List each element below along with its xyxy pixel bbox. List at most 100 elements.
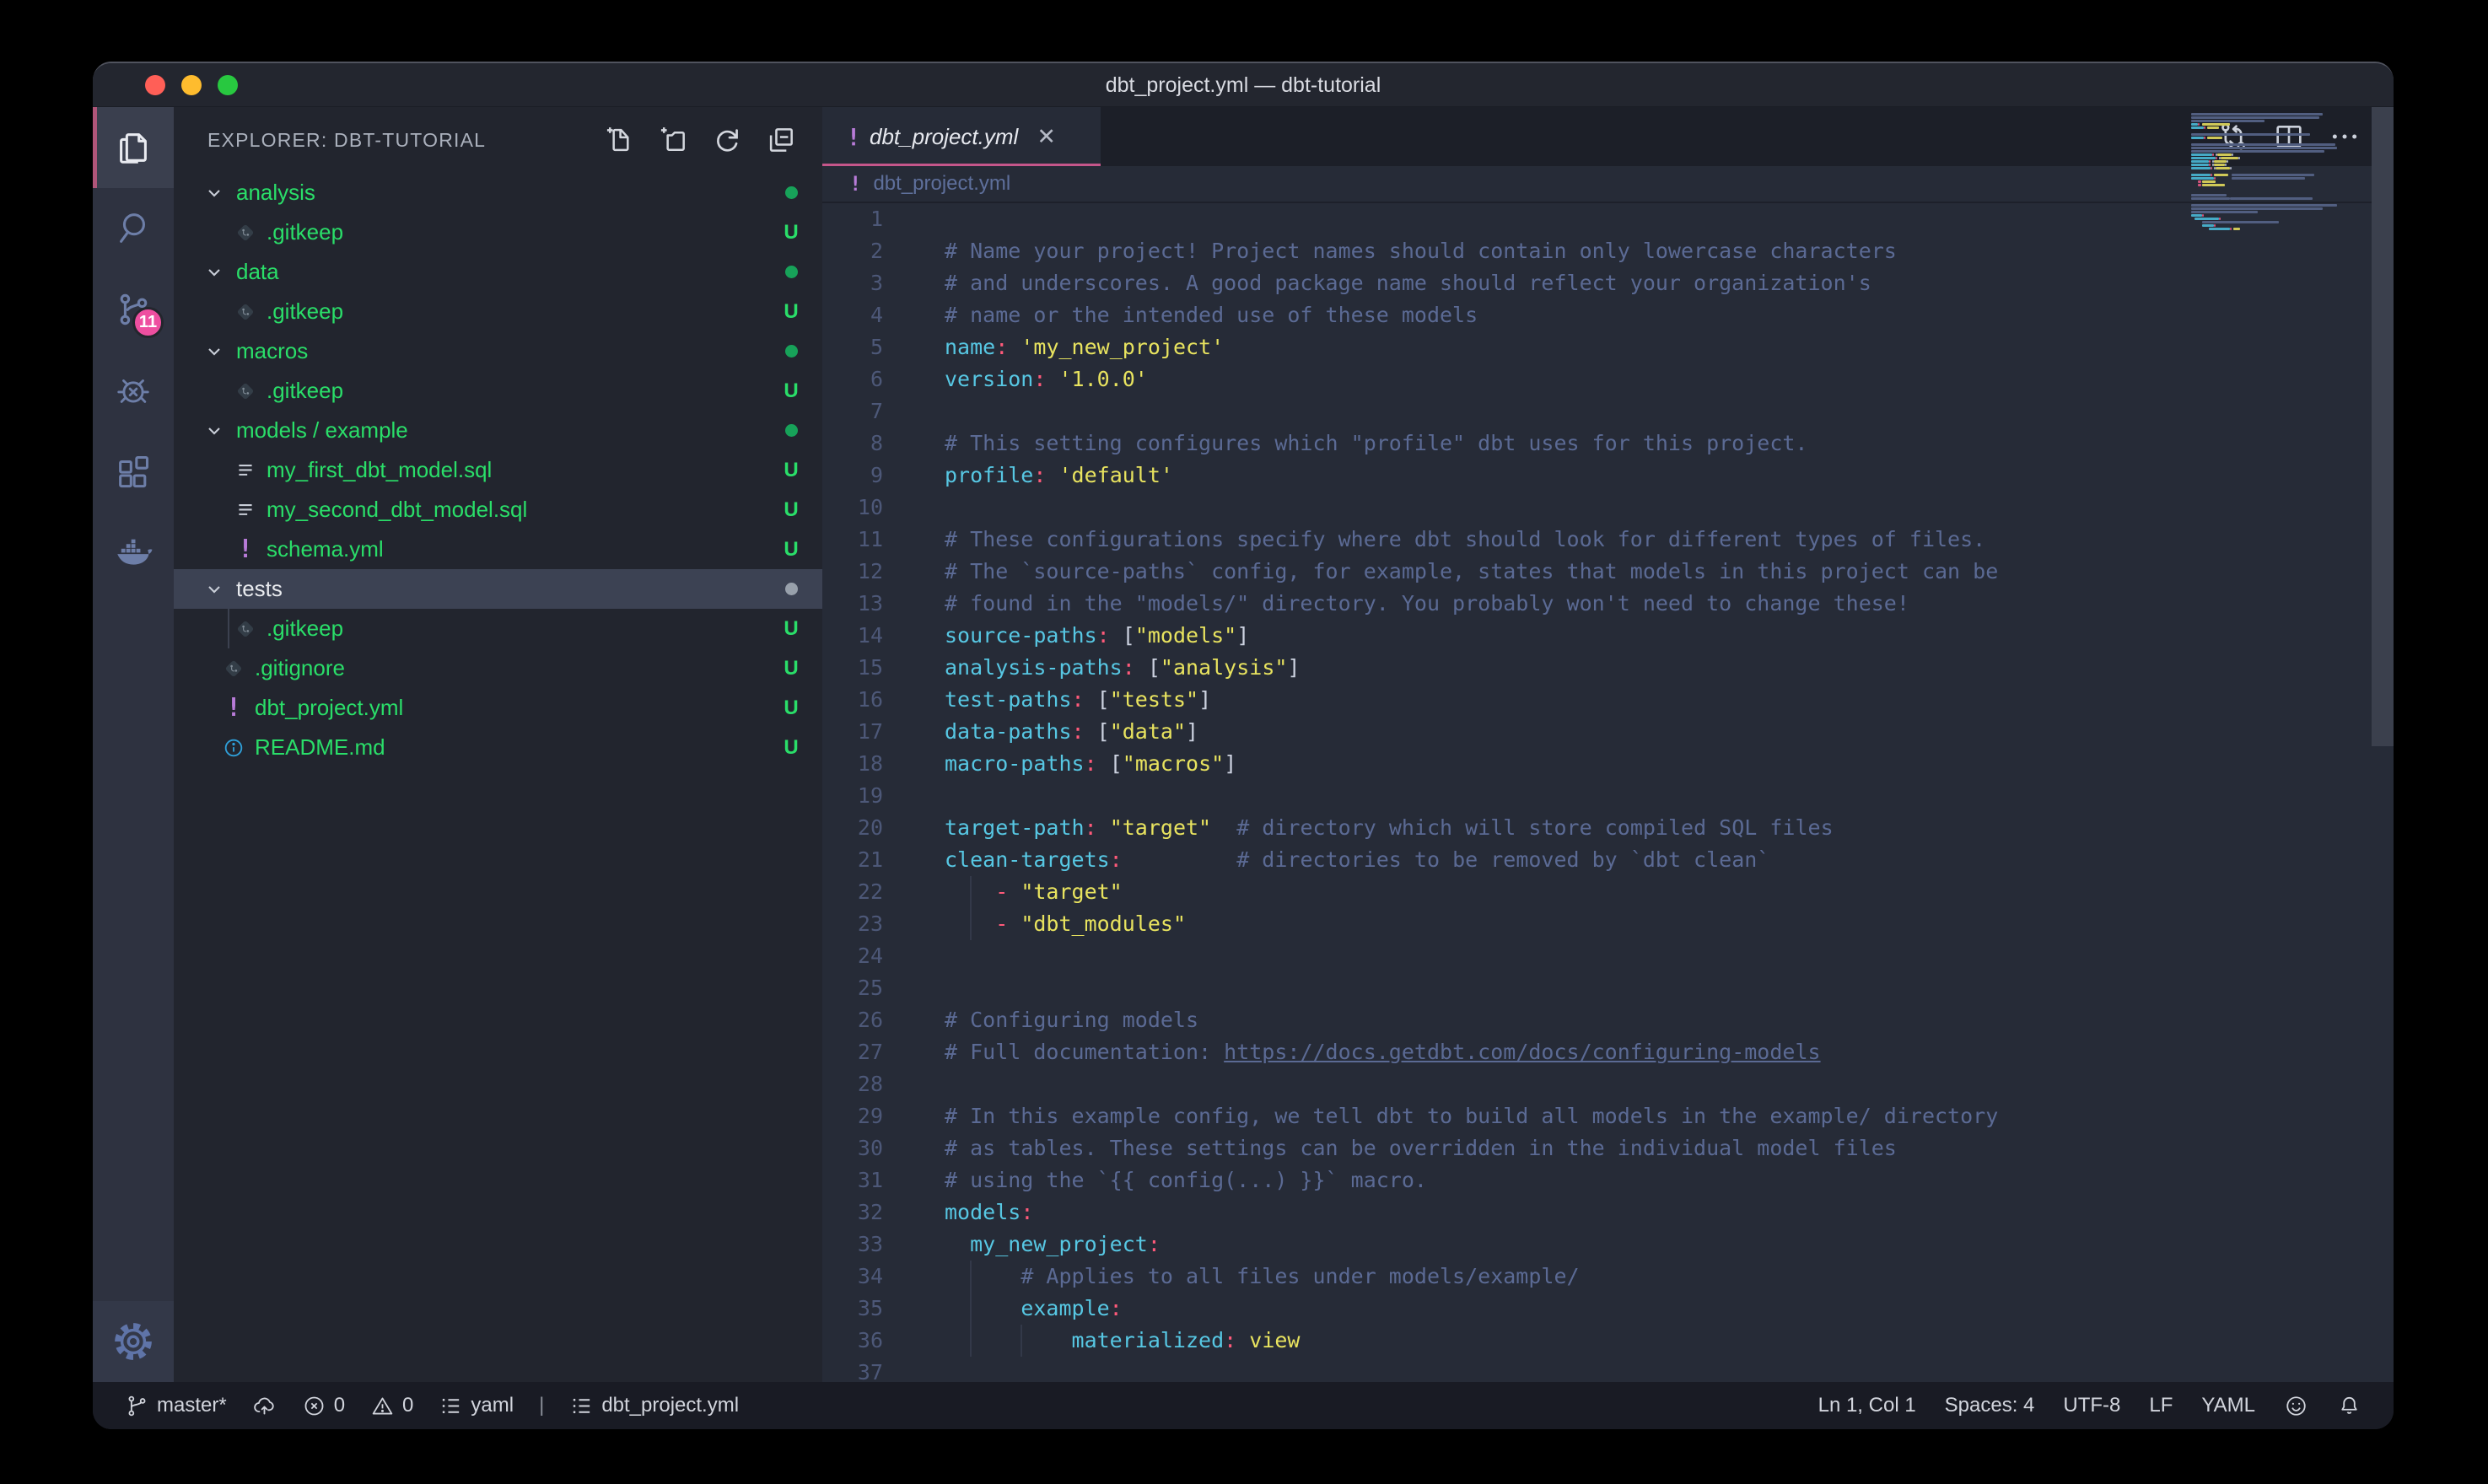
code-line-20[interactable]: 20target-path: "target" # directory whic… <box>822 812 2394 844</box>
line-content: # using the `{{ config(...) }}` macro. <box>945 1164 2394 1196</box>
code-area[interactable]: 12# Name your project! Project names sho… <box>822 203 2394 1382</box>
tree-item--gitignore[interactable]: .gitignoreU <box>174 648 822 688</box>
titlebar[interactable]: dbt_project.yml — dbt-tutorial <box>93 63 2394 107</box>
code-line-11[interactable]: 11# These configurations specify where d… <box>822 524 2394 556</box>
tree-item-tests[interactable]: tests <box>174 569 822 609</box>
code-line-6[interactable]: 6version: '1.0.0' <box>822 363 2394 395</box>
activity-source-control-button[interactable]: 11 <box>93 269 174 350</box>
code-line-30[interactable]: 30# as tables. These settings can be ove… <box>822 1132 2394 1164</box>
code-line-10[interactable]: 10 <box>822 492 2394 524</box>
code-line-35[interactable]: 35 example: <box>822 1293 2394 1325</box>
refresh-icon[interactable] <box>711 124 743 156</box>
code-line-17[interactable]: 17data-paths: ["data"] <box>822 716 2394 748</box>
new-folder-icon[interactable] <box>657 124 689 156</box>
status-feedback-smiley[interactable] <box>2284 1394 2308 1418</box>
line-content: target-path: "target" # directory which … <box>945 812 2394 844</box>
status-spaces-4[interactable]: Spaces: 4 <box>1945 1394 2035 1417</box>
code-line-14[interactable]: 14source-paths: ["models"] <box>822 620 2394 652</box>
activity-explorer-button[interactable] <box>93 107 174 188</box>
tab-close-icon[interactable]: ✕ <box>1037 124 1056 150</box>
tree-item--gitkeep[interactable]: .gitkeepU <box>174 371 822 411</box>
status-lf[interactable]: LF <box>2149 1394 2173 1417</box>
code-line-2[interactable]: 2# Name your project! Project names shou… <box>822 235 2394 267</box>
tree-item--gitkeep[interactable]: .gitkeepU <box>174 292 822 331</box>
code-line-16[interactable]: 16test-paths: ["tests"] <box>822 684 2394 716</box>
line-content: # This setting configures which "profile… <box>945 427 2394 460</box>
line-number: 12 <box>822 556 945 588</box>
status-yaml[interactable]: YAML <box>2201 1394 2255 1417</box>
code-line-9[interactable]: 9profile: 'default' <box>822 460 2394 492</box>
code-line-27[interactable]: 27# Full documentation: https://docs.get… <box>822 1036 2394 1068</box>
vscode-window: dbt_project.yml — dbt-tutorial <box>93 62 2394 1429</box>
status-master-[interactable]: master* <box>125 1394 227 1418</box>
tab-dbt-project-yml[interactable]: ! dbt_project.yml ✕ <box>822 107 1101 166</box>
tree-item--gitkeep[interactable]: .gitkeepU <box>174 609 822 648</box>
status-yaml[interactable]: yaml <box>439 1394 514 1418</box>
minimap[interactable] <box>2191 109 2370 1382</box>
code-line-21[interactable]: 21clean-targets: # directories to be rem… <box>822 844 2394 876</box>
code-line-36[interactable]: 36 materialized: view <box>822 1325 2394 1357</box>
tab-bar: ! dbt_project.yml ✕ <box>822 107 2394 166</box>
activity-search-button[interactable] <box>93 188 174 269</box>
tree-item-dbt-project-yml[interactable]: !dbt_project.ymlU <box>174 688 822 728</box>
tree-item-schema-yml[interactable]: !schema.ymlU <box>174 530 822 569</box>
code-line-34[interactable]: 34 # Applies to all files under models/e… <box>822 1261 2394 1293</box>
code-line-32[interactable]: 32models: <box>822 1196 2394 1229</box>
code-line-3[interactable]: 3# and underscores. A good package name … <box>822 267 2394 299</box>
file-label: .gitkeep <box>267 616 343 642</box>
code-line-13[interactable]: 13# found in the "models/" directory. Yo… <box>822 588 2394 620</box>
code-line-18[interactable]: 18macro-paths: ["macros"] <box>822 748 2394 780</box>
tree-item-models-example[interactable]: models / example <box>174 411 822 450</box>
new-file-icon[interactable] <box>603 124 635 156</box>
status-utf-8[interactable]: UTF-8 <box>2063 1394 2120 1417</box>
status-cloud-upload[interactable] <box>252 1394 277 1418</box>
code-line-24[interactable]: 24 <box>822 940 2394 972</box>
code-line-15[interactable]: 15analysis-paths: ["analysis"] <box>822 652 2394 684</box>
code-line-23[interactable]: 23 - "dbt_modules" <box>822 908 2394 940</box>
line-number: 10 <box>822 492 945 524</box>
tree-item-data[interactable]: data <box>174 252 822 292</box>
tree-item-my-first-dbt-model-sql[interactable]: my_first_dbt_model.sqlU <box>174 450 822 490</box>
status-0[interactable]: 0 <box>302 1394 345 1418</box>
scrollbar-thumb[interactable] <box>2372 107 2394 746</box>
tree-item-readme-md[interactable]: README.mdU <box>174 728 822 767</box>
line-content <box>945 395 2394 427</box>
code-line-22[interactable]: 22 - "target" <box>822 876 2394 908</box>
tree-item--gitkeep[interactable]: .gitkeepU <box>174 212 822 252</box>
code-line-26[interactable]: 26# Configuring models <box>822 1004 2394 1036</box>
code-line-29[interactable]: 29# In this example config, we tell dbt … <box>822 1100 2394 1132</box>
code-line-5[interactable]: 5name: 'my_new_project' <box>822 331 2394 363</box>
code-line-1[interactable]: 1 <box>822 203 2394 235</box>
code-line-7[interactable]: 7 <box>822 395 2394 427</box>
line-content <box>945 1357 2394 1382</box>
status-dbt-project-yml[interactable]: dbt_project.yml <box>569 1394 739 1418</box>
breadcrumb[interactable]: ! dbt_project.yml <box>822 166 2394 203</box>
chevron-down-icon <box>204 421 224 441</box>
code-line-19[interactable]: 19 <box>822 780 2394 812</box>
tree-item-analysis[interactable]: analysis <box>174 173 822 212</box>
code-line-12[interactable]: 12# The `source-paths` config, for examp… <box>822 556 2394 588</box>
activity-docker-button[interactable] <box>93 512 174 593</box>
code-line-33[interactable]: 33 my_new_project: <box>822 1229 2394 1261</box>
collapse-folders-icon[interactable] <box>765 124 797 156</box>
breadcrumb-file[interactable]: dbt_project.yml <box>873 172 1010 196</box>
line-content <box>945 972 2394 1004</box>
code-line-8[interactable]: 8# This setting configures which "profil… <box>822 427 2394 460</box>
line-number: 31 <box>822 1164 945 1196</box>
code-line-28[interactable]: 28 <box>822 1068 2394 1100</box>
tree-item-my-second-dbt-model-sql[interactable]: my_second_dbt_model.sqlU <box>174 490 822 530</box>
status-0[interactable]: 0 <box>370 1394 413 1418</box>
status-bell[interactable] <box>2337 1394 2361 1418</box>
activity-settings-button[interactable] <box>93 1301 174 1382</box>
extensions-icon <box>114 452 153 491</box>
activity-debug-button[interactable] <box>93 350 174 431</box>
line-content: - "target" <box>945 876 2394 908</box>
activity-extensions-button[interactable] <box>93 431 174 512</box>
tree-item-macros[interactable]: macros <box>174 331 822 371</box>
explorer-header: EXPLORER: DBT-TUTORIAL <box>174 107 822 173</box>
status-ln-1-col-1[interactable]: Ln 1, Col 1 <box>1818 1394 1916 1417</box>
code-line-4[interactable]: 4# name or the intended use of these mod… <box>822 299 2394 331</box>
code-line-31[interactable]: 31# using the `{{ config(...) }}` macro. <box>822 1164 2394 1196</box>
code-line-25[interactable]: 25 <box>822 972 2394 1004</box>
code-line-37[interactable]: 37 <box>822 1357 2394 1382</box>
